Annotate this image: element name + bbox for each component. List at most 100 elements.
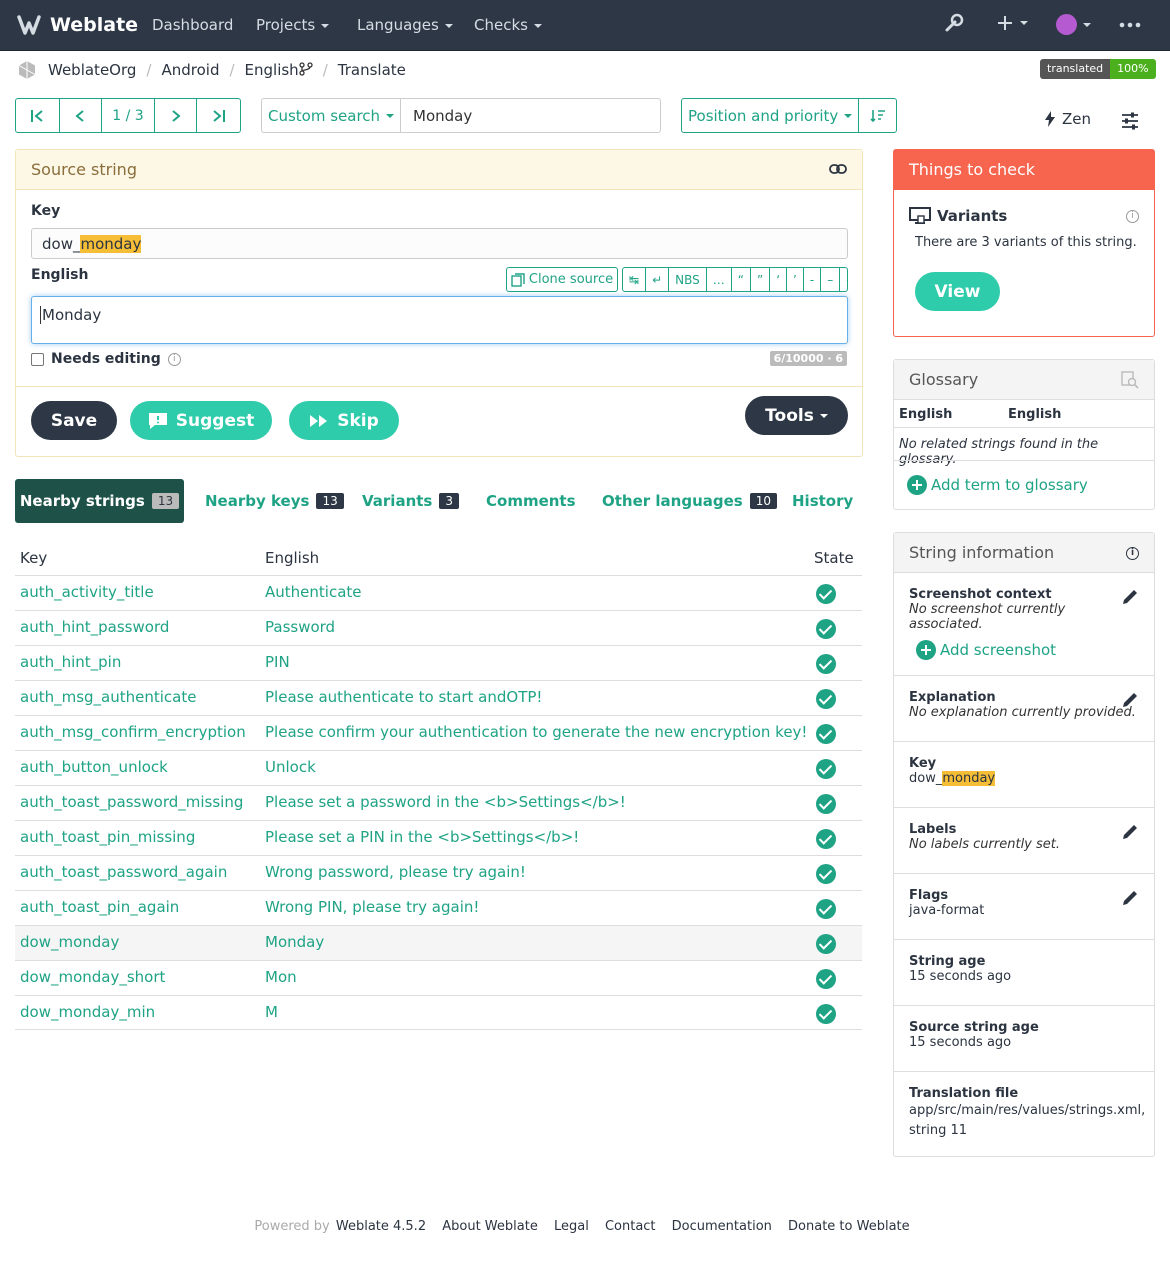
next-button[interactable]: [155, 99, 198, 132]
row-key-link[interactable]: auth_hint_pin: [20, 653, 121, 671]
char-rdquo-button[interactable]: ”: [751, 268, 771, 291]
checkbox[interactable]: [31, 352, 44, 366]
tools-dropdown[interactable]: Tools: [745, 396, 848, 435]
clone-source-button[interactable]: Clone source: [506, 267, 618, 292]
edit-pencil-icon[interactable]: [1120, 690, 1140, 710]
user-menu[interactable]: [1056, 14, 1091, 40]
save-button[interactable]: Save: [31, 401, 117, 440]
table-row[interactable]: auth_toast_password_again Wrong password,…: [15, 855, 862, 890]
row-source-link[interactable]: Monday: [265, 933, 324, 951]
settings-sliders-icon[interactable]: [1121, 112, 1139, 134]
tab-nearby-keys[interactable]: Nearby keys 13: [205, 479, 344, 523]
table-row[interactable]: auth_button_unlock Unlock: [15, 750, 862, 785]
tab-variants[interactable]: Variants 3: [362, 479, 459, 523]
skip-button[interactable]: Skip: [289, 401, 399, 440]
footer-legal[interactable]: Legal: [554, 1219, 589, 1234]
row-key-link[interactable]: auth_msg_authenticate: [20, 688, 196, 706]
char-ellipsis-button[interactable]: …: [707, 268, 732, 291]
source-text-editor[interactable]: Monday: [31, 296, 848, 344]
nav-languages[interactable]: Languages: [357, 16, 453, 34]
table-row[interactable]: auth_toast_pin_missing Please set a PIN i…: [15, 820, 862, 855]
table-row[interactable]: auth_hint_pin PIN: [15, 645, 862, 680]
char-tab-button[interactable]: ↹: [623, 268, 647, 291]
char-nbsp-button[interactable]: NBS: [669, 268, 707, 291]
last-button[interactable]: [197, 99, 240, 132]
table-row[interactable]: auth_hint_password Password: [15, 610, 862, 645]
row-key-link[interactable]: auth_toast_pin_again: [20, 898, 179, 916]
footer-about[interactable]: About Weblate: [442, 1219, 538, 1234]
table-row[interactable]: auth_toast_pin_again Wrong PIN, please tr…: [15, 890, 862, 925]
add-menu[interactable]: [996, 13, 1028, 37]
sort-direction-button[interactable]: [859, 99, 896, 132]
row-source-link[interactable]: M: [265, 1003, 278, 1021]
footer-documentation[interactable]: Documentation: [672, 1219, 772, 1234]
table-row[interactable]: dow_monday_short Mon: [15, 960, 862, 995]
sort-dropdown[interactable]: Position and priority: [682, 99, 860, 132]
suggest-button[interactable]: Suggest: [130, 401, 272, 440]
row-source-link[interactable]: Please set a password in the <b>Settings…: [265, 793, 626, 811]
needs-editing-checkbox[interactable]: Needs editing i: [31, 351, 181, 367]
table-row[interactable]: auth_msg_confirm_encryption Please confir…: [15, 715, 862, 750]
zen-button[interactable]: Zen: [1044, 110, 1091, 128]
table-row[interactable]: auth_toast_password_missing Please set a …: [15, 785, 862, 820]
nav-projects[interactable]: Projects: [256, 16, 330, 34]
row-source-link[interactable]: Please authenticate to start andOTP!: [265, 688, 542, 706]
row-key-link[interactable]: dow_monday_short: [20, 968, 165, 986]
edit-pencil-icon[interactable]: [1120, 587, 1140, 607]
row-key-link[interactable]: auth_hint_password: [20, 618, 169, 636]
row-key-link[interactable]: auth_msg_confirm_encryption: [20, 723, 246, 741]
char-ldquo-button[interactable]: “: [732, 268, 751, 291]
edit-pencil-icon[interactable]: [1120, 888, 1140, 908]
tab-history[interactable]: History: [792, 479, 853, 523]
char-lsquo-button[interactable]: ‘: [770, 268, 788, 291]
tab-nearby-strings[interactable]: Nearby strings 13: [15, 479, 184, 523]
row-source-link[interactable]: PIN: [265, 653, 290, 671]
table-row[interactable]: dow_monday_min M: [15, 995, 862, 1030]
search-input[interactable]: Monday: [401, 99, 660, 132]
char-newline-button[interactable]: ↵: [646, 268, 670, 291]
info-icon[interactable]: i: [1126, 547, 1139, 560]
row-key-link[interactable]: auth_toast_pin_missing: [20, 828, 195, 846]
row-key-link[interactable]: auth_toast_password_missing: [20, 793, 243, 811]
row-key-link[interactable]: dow_monday_min: [20, 1003, 155, 1021]
table-row[interactable]: dow_monday Monday: [15, 925, 862, 960]
footer-donate[interactable]: Donate to Weblate: [788, 1219, 910, 1234]
row-source-link[interactable]: Unlock: [265, 758, 316, 776]
row-key-link[interactable]: auth_activity_title: [20, 583, 154, 601]
char-emdash-button[interactable]: —: [840, 268, 847, 291]
char-hyphen-button[interactable]: -: [804, 268, 822, 291]
link-icon[interactable]: [829, 163, 847, 175]
brand-link[interactable]: Weblate: [16, 13, 138, 37]
tab-comments[interactable]: Comments: [486, 479, 576, 523]
edit-pencil-icon[interactable]: [1120, 822, 1140, 842]
char-rsquo-button[interactable]: ’: [787, 268, 804, 291]
row-source-link[interactable]: Wrong password, please try again!: [265, 863, 526, 881]
breadcrumb-project[interactable]: Android: [161, 61, 219, 79]
first-button[interactable]: [16, 99, 60, 132]
add-screenshot-link[interactable]: Add screenshot: [916, 640, 1139, 660]
row-key-link[interactable]: dow_monday: [20, 933, 119, 951]
add-term-to-glossary-link[interactable]: Add term to glossary: [907, 475, 1088, 495]
previous-button[interactable]: [60, 99, 103, 132]
table-row[interactable]: auth_msg_authenticate Please authenticate…: [15, 680, 862, 715]
row-source-link[interactable]: Password: [265, 618, 335, 636]
nav-dashboard[interactable]: Dashboard: [152, 16, 233, 34]
char-endash-button[interactable]: –: [821, 268, 841, 291]
table-row[interactable]: auth_activity_title Authenticate: [15, 575, 862, 610]
row-source-link[interactable]: Authenticate: [265, 583, 362, 601]
row-key-link[interactable]: auth_button_unlock: [20, 758, 168, 776]
footer-weblate-version[interactable]: Weblate 4.5.2: [336, 1219, 426, 1234]
row-source-link[interactable]: Wrong PIN, please try again!: [265, 898, 479, 916]
footer-contact[interactable]: Contact: [605, 1219, 656, 1234]
row-source-link[interactable]: Mon: [265, 968, 297, 986]
breadcrumb-language[interactable]: English: [245, 61, 313, 79]
wrench-icon[interactable]: [943, 12, 965, 39]
search-glossary-icon[interactable]: [1121, 371, 1139, 389]
search-mode-dropdown[interactable]: Custom search: [262, 99, 401, 132]
tab-other-languages[interactable]: Other languages 10: [602, 479, 777, 523]
more-options-icon[interactable]: [1119, 11, 1141, 42]
row-key-link[interactable]: auth_toast_password_again: [20, 863, 227, 881]
row-source-link[interactable]: Please confirm your authentication to ge…: [265, 723, 807, 741]
nav-checks[interactable]: Checks: [474, 16, 542, 34]
breadcrumb-org[interactable]: WeblateOrg: [48, 61, 136, 79]
